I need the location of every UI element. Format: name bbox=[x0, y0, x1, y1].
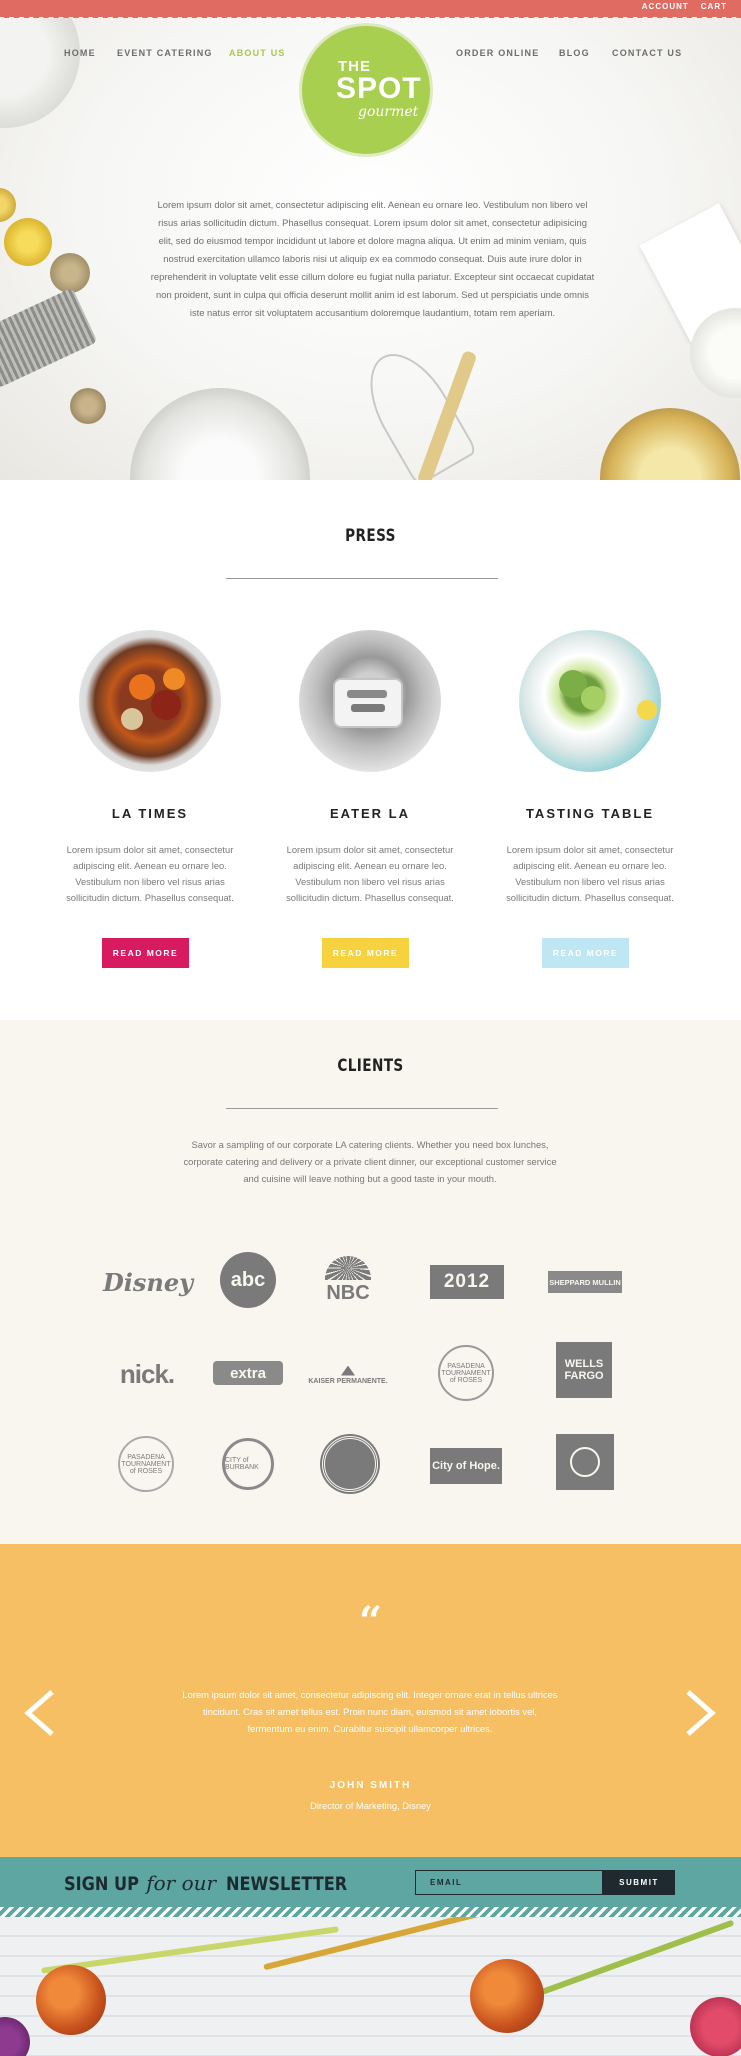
newsletter-heading-part: NEWSLETTER bbox=[226, 1873, 348, 1895]
nav-about-us[interactable]: ABOUT US bbox=[229, 48, 286, 58]
nav-order-online[interactable]: ORDER ONLINE bbox=[456, 48, 539, 58]
client-logo-capitol bbox=[556, 1434, 614, 1490]
newsletter-heading: SIGN UP for our NEWSLETTER bbox=[64, 1871, 369, 1895]
client-logo-abc: abc bbox=[220, 1252, 276, 1308]
decor-bowl bbox=[0, 18, 80, 128]
newsletter-stripe bbox=[0, 1907, 741, 1917]
press-image-greens-bowl bbox=[519, 630, 661, 772]
hero-section: HOME EVENT CATERING ABOUT US ORDER ONLIN… bbox=[0, 18, 741, 480]
nbc-wordmark: NBC bbox=[326, 1281, 370, 1304]
client-logo-city-of-hope: City of Hope. bbox=[430, 1448, 502, 1484]
nav-home[interactable]: HOME bbox=[64, 48, 96, 58]
newsletter-email-input[interactable] bbox=[415, 1870, 603, 1895]
logo-text-spot: SPOT bbox=[336, 72, 422, 105]
press-divider bbox=[226, 578, 498, 579]
decor-grater bbox=[0, 287, 98, 389]
hero-intro-text: Lorem ipsum dolor sit amet, consectetur … bbox=[150, 199, 595, 318]
nav-blog[interactable]: BLOG bbox=[559, 48, 590, 58]
press-name: EATER LA bbox=[329, 806, 411, 821]
kaiser-icon bbox=[341, 1365, 355, 1376]
quote-mark-icon: “ bbox=[358, 1598, 382, 1645]
nbc-peacock-icon bbox=[325, 1255, 371, 1280]
client-logo-kaiser: KAISER PERMANENTE. bbox=[306, 1362, 390, 1388]
testimonial-author-role: Director of Marketing, Disney bbox=[310, 1800, 431, 1811]
cart-link[interactable]: CART bbox=[701, 2, 727, 11]
press-image-produce-bowl bbox=[79, 630, 221, 772]
client-logo-city-of-burbank: CITY of BURBANK bbox=[222, 1438, 274, 1490]
client-logo-nbc: NBC bbox=[318, 1250, 378, 1310]
next-arrow-icon[interactable] bbox=[680, 1686, 720, 1740]
client-logo-sheppard-mullin: SHEPPARD MULLIN bbox=[548, 1271, 622, 1293]
client-logo-disney: Disney bbox=[102, 1267, 194, 1297]
decor-measuring-spoon bbox=[70, 388, 106, 424]
kaiser-wordmark: KAISER PERMANENTE. bbox=[308, 1377, 388, 1385]
press-image-grill-plate bbox=[299, 630, 441, 772]
testimonial-quote: Lorem ipsum dolor sit amet, consectetur … bbox=[182, 1689, 558, 1734]
logo-text-gourmet: gourmet bbox=[358, 104, 419, 120]
read-more-button[interactable]: READ MORE bbox=[322, 938, 409, 968]
testimonial-section: “ Lorem ipsum dolor sit amet, consectetu… bbox=[0, 1544, 741, 1857]
testimonial-author: JOHN SMITH bbox=[329, 1780, 412, 1791]
press-title: PRESS bbox=[345, 526, 396, 546]
client-logo-extra: extra bbox=[213, 1361, 283, 1385]
decor-whisk bbox=[352, 339, 478, 480]
clients-intro-text: Savor a sampling of our corporate LA cat… bbox=[183, 1139, 557, 1184]
clients-divider bbox=[226, 1108, 498, 1109]
client-logo-london-2012: 2012 bbox=[430, 1265, 504, 1299]
decor-flour-bowl bbox=[130, 388, 310, 480]
decor-butter-bowl bbox=[600, 408, 740, 480]
newsletter-heading-script: for our bbox=[146, 1871, 217, 1895]
press-name: TASTING TABLE bbox=[525, 806, 655, 821]
press-section: PRESS LA TIMES Lorem ipsum dolor sit ame… bbox=[0, 480, 741, 1020]
press-name: LA TIMES bbox=[111, 806, 189, 821]
footer-beets-image bbox=[0, 1917, 741, 2056]
site-logo[interactable]: THE SPOT gourmet bbox=[302, 26, 430, 154]
client-logo-tournament-of-roses: PASADENA TOURNAMENT of ROSES bbox=[118, 1436, 174, 1492]
client-logo-tournament-of-roses: PASADENA TOURNAMENT of ROSES bbox=[438, 1345, 494, 1401]
newsletter-submit-button[interactable]: SUBMIT bbox=[603, 1870, 675, 1895]
press-description: Lorem ipsum dolor sit amet, consectetur … bbox=[286, 844, 454, 903]
press-description: Lorem ipsum dolor sit amet, consectetur … bbox=[66, 844, 234, 903]
clients-title: CLIENTS bbox=[337, 1056, 404, 1076]
utility-links: ACCOUNT CART bbox=[642, 2, 727, 11]
account-link[interactable]: ACCOUNT bbox=[642, 2, 689, 11]
top-utility-bar: ACCOUNT CART bbox=[0, 0, 741, 23]
decor-lemon bbox=[0, 188, 16, 222]
read-more-button[interactable]: READ MORE bbox=[102, 938, 189, 968]
nav-contact-us[interactable]: CONTACT US bbox=[612, 48, 682, 58]
client-logo-city-seal bbox=[322, 1436, 378, 1492]
clients-section: CLIENTS Savor a sampling of our corporat… bbox=[0, 1020, 741, 1544]
decor-lemon bbox=[4, 218, 52, 266]
decor-measuring-spoon bbox=[50, 253, 90, 293]
client-logo-nick: nick. bbox=[119, 1358, 175, 1389]
capitol-dome-icon bbox=[570, 1447, 600, 1477]
nav-event-catering[interactable]: EVENT CATERING bbox=[117, 48, 213, 58]
press-description: Lorem ipsum dolor sit amet, consectetur … bbox=[506, 844, 674, 903]
read-more-button[interactable]: READ MORE bbox=[542, 938, 629, 968]
client-logo-wells-fargo: WELLS FARGO bbox=[556, 1342, 612, 1398]
newsletter-bar: SIGN UP for our NEWSLETTER SUBMIT bbox=[0, 1857, 741, 1907]
newsletter-heading-part: SIGN UP bbox=[64, 1873, 139, 1895]
prev-arrow-icon[interactable] bbox=[20, 1686, 60, 1740]
